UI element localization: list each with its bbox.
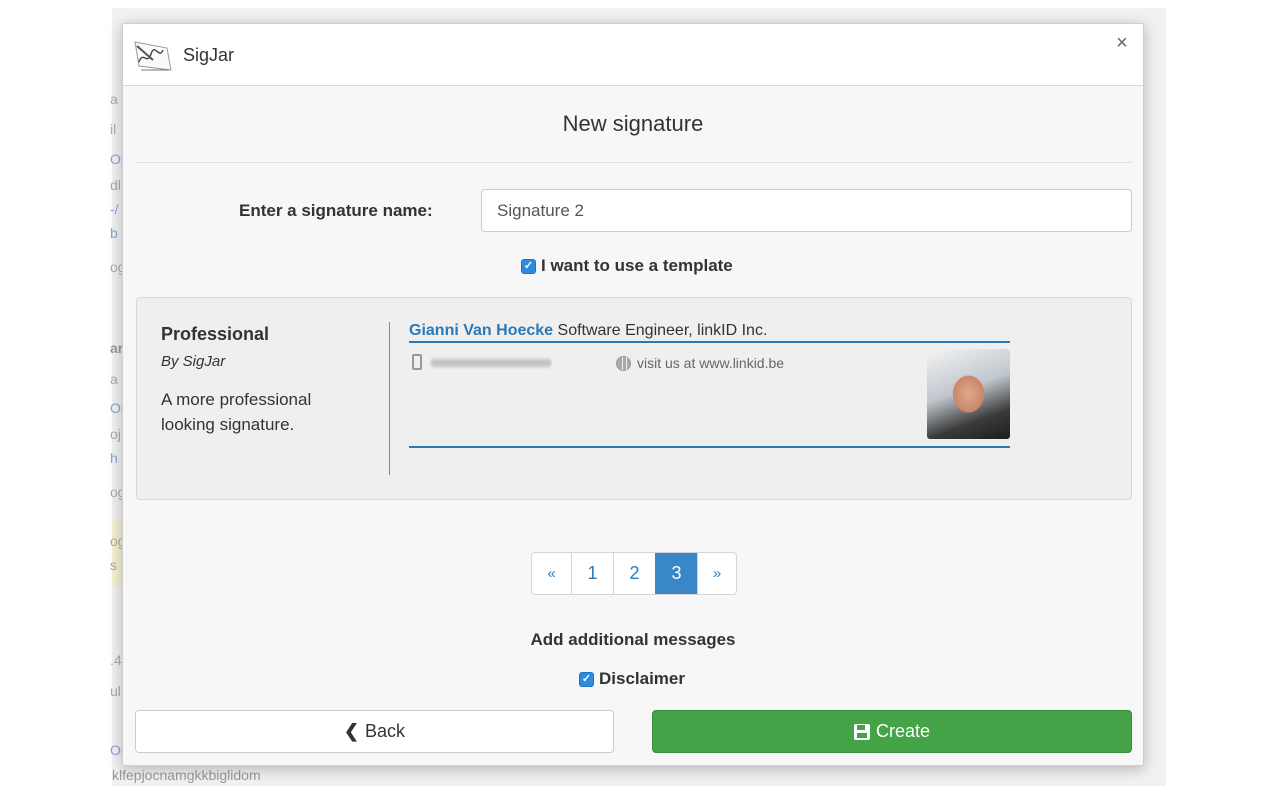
use-template-checkbox[interactable]: ✓ [521,258,536,274]
back-button[interactable]: ❮ Back [135,710,614,753]
signature-person-name: Gianni Van Hoecke [409,322,554,339]
background-text: a [110,371,118,387]
signature-preview-header: Gianni Van Hoecke Software Engineer, lin… [409,322,1010,343]
signature-name-label: Enter a signature name: [239,201,433,220]
new-signature-dialog: SigJar × New signature Enter a signature… [122,23,1144,766]
dialog-titlebar: SigJar × [123,24,1143,86]
create-button-label: Create [875,721,931,741]
signature-bottom-rule [409,446,1010,448]
template-author: By SigJar [161,353,226,370]
back-button-label: Back [365,721,406,741]
template-divider [389,322,390,475]
signature-website: visit us at www.linkid.be [637,355,785,371]
signature-preview: Gianni Van Hoecke Software Engineer, lin… [409,322,1010,448]
globe-icon [616,356,631,371]
template-name: Professional [161,324,270,344]
divider [136,162,1132,163]
app-title: SigJar [183,45,235,65]
pagination-page-1[interactable]: 1 [571,553,613,594]
pagination-page-2[interactable]: 2 [613,553,655,594]
disclaimer-label: Disclaimer [599,669,685,688]
dialog-heading: New signature [562,111,704,136]
pagination-next-button[interactable]: » [697,553,736,594]
pagination-prev-button[interactable]: « [532,553,571,594]
background-link: b [110,225,118,241]
mobile-phone-icon [412,354,422,370]
close-icon[interactable]: × [1111,32,1133,54]
disclaimer-checkbox[interactable]: ✓ [579,671,594,687]
chevron-left-icon: ❮ [343,721,360,741]
background-link: -/ [110,201,119,217]
pagination-page-3[interactable]: 3 [655,553,697,594]
create-button[interactable]: Create [652,710,1132,753]
background-link: h [110,450,118,466]
background-text: .4 [110,652,122,668]
additional-messages-title: Add additional messages [530,630,736,649]
background-text: ul [110,683,121,699]
signature-photo [927,349,1010,439]
use-template-checkbox-row[interactable]: ✓ I want to use a template [521,256,733,276]
signature-role: Software Engineer, linkID Inc. [557,322,768,339]
signature-name-input[interactable] [481,189,1132,232]
background-text: dl [110,177,121,193]
blurred-phone-number [431,358,551,368]
background-text: oj [110,426,121,442]
background-footer-text: klfepjocnamgkkbiglidom [112,767,261,783]
background-text: s [110,557,117,573]
template-pagination: « 1 2 3 » [531,552,737,595]
disclaimer-checkbox-row[interactable]: ✓ Disclaimer [579,669,685,689]
sigjar-logo-icon [134,41,172,71]
background-text: il [110,121,117,137]
save-icon [853,723,870,740]
background-text: a [110,91,118,107]
use-template-label: I want to use a template [541,256,733,275]
template-description: A more professional looking signature. [161,390,312,434]
template-card[interactable]: Professional By SigJar A more profession… [136,297,1132,500]
